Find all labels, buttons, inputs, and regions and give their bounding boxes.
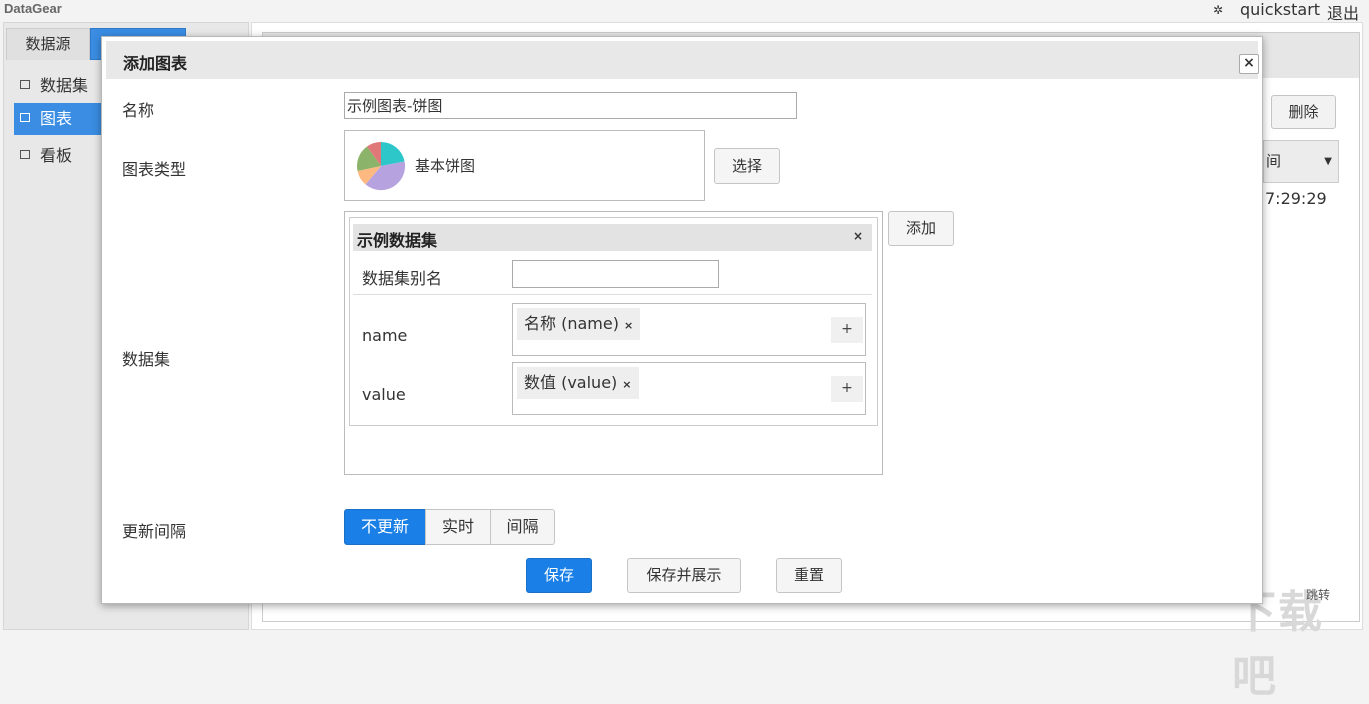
dataset-label: 数据集 [122,346,170,370]
dashboard-icon [20,150,30,159]
top-bar: DataGear ✲ quickstart 退出 [0,0,1369,22]
nav-item-chart[interactable]: 图表 [14,103,102,135]
nav-item-dashboard[interactable]: 看板 [14,140,102,172]
table-cell-time: 7:29:29 [1265,189,1327,208]
add-chart-dialog: 添加图表 × 名称 图表类型 基本饼图 选择 数据集 示例数据集 × 数据集别名… [101,36,1263,604]
chart-type-label: 图表类型 [122,156,186,180]
dataset-card-title: 示例数据集 [357,227,437,251]
save-and-show-button[interactable]: 保存并展示 [627,558,741,593]
name-label: 名称 [122,97,154,121]
image-icon [20,113,30,122]
nav-item-label: 数据集 [40,76,88,95]
delete-button[interactable]: 删除 [1271,95,1336,129]
table-icon [20,80,30,89]
pie-chart-icon [356,141,406,191]
close-icon[interactable]: × [1239,54,1259,74]
dialog-header: 添加图表 × [106,41,1258,79]
dataset-alias-label: 数据集别名 [362,265,442,289]
interval-option-interval[interactable]: 间隔 [490,509,555,545]
nav-item-label: 看板 [40,146,72,165]
dialog-title: 添加图表 [123,50,187,74]
interval-option-realtime[interactable]: 实时 [425,509,491,545]
tab-datasource[interactable]: 数据源 [6,28,90,60]
param-tag: 数值 (value) × [517,367,639,399]
add-binding-button[interactable]: + [831,317,863,343]
chart-type-display: 基本饼图 [344,130,705,201]
select-value: 间 [1266,152,1281,170]
app-title: DataGear [4,1,62,16]
search-field-select[interactable]: 间 ▼ [1263,140,1339,183]
chart-type-name: 基本饼图 [415,155,475,176]
param-tag: 名称 (name) × [517,308,640,340]
interval-option-none[interactable]: 不更新 [344,509,426,545]
param-label-value: value [362,385,406,404]
param-tag-label: 数值 (value) [524,373,617,392]
add-binding-button[interactable]: + [831,376,863,402]
remove-tag-icon[interactable]: × [622,378,631,391]
select-chart-type-button[interactable]: 选择 [714,148,780,184]
dataset-card: 示例数据集 × 数据集别名 name 名称 (name) × + value 数值… [349,217,878,426]
save-button[interactable]: 保存 [526,558,592,593]
gear-icon[interactable]: ✲ [1213,3,1223,17]
remove-dataset-icon[interactable]: × [853,229,863,243]
update-interval-label: 更新间隔 [122,518,186,542]
nav-item-label: 图表 [40,109,72,128]
pagination-jump[interactable]: 跳转 [1306,586,1330,603]
caret-down-icon: ▼ [1324,141,1332,182]
chart-name-input[interactable] [344,92,797,119]
add-dataset-button[interactable]: 添加 [888,211,954,246]
param-tag-label: 名称 (name) [524,314,619,333]
remove-tag-icon[interactable]: × [624,319,633,332]
nav-item-dataset[interactable]: 数据集 [14,70,102,102]
logout-link[interactable]: 退出 [1327,0,1359,24]
reset-button[interactable]: 重置 [776,558,842,593]
user-name[interactable]: quickstart [1240,0,1320,19]
param-label-name: name [362,326,407,345]
card-divider [353,294,872,295]
dataset-alias-input[interactable] [512,260,719,288]
param-binding-name: 名称 (name) × + [512,303,866,356]
dataset-card-header: 示例数据集 × [353,224,872,251]
dataset-container: 示例数据集 × 数据集别名 name 名称 (name) × + value 数值… [344,211,883,475]
param-binding-value: 数值 (value) × + [512,362,866,415]
